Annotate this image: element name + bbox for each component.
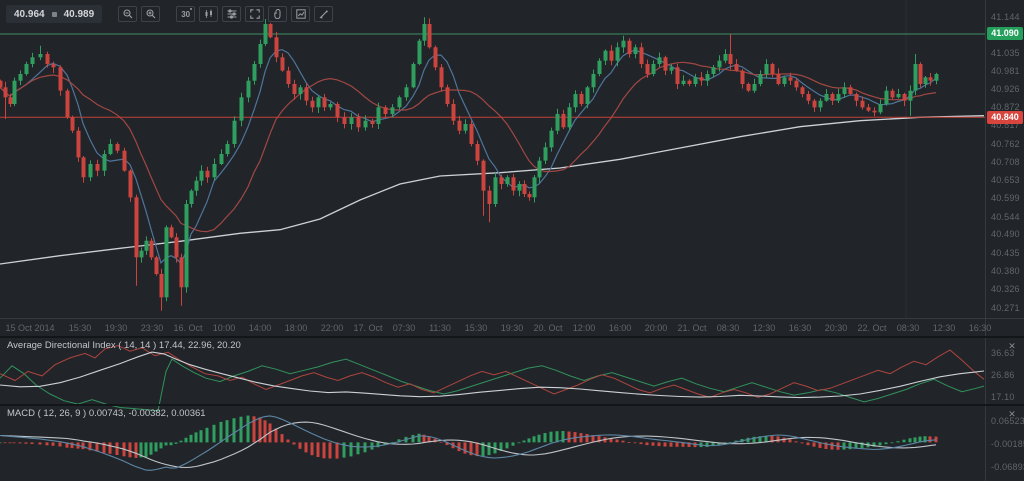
time-axis-border — [0, 318, 1024, 319]
spread-marker-icon — [52, 12, 57, 17]
time-axis-label: 16:00 — [609, 323, 632, 333]
time-axis-label: 20:00 — [645, 323, 668, 333]
price-axis-label: 40.435 — [991, 248, 1020, 258]
time-axis-label: 22:00 — [321, 323, 344, 333]
price-axis-label: 40.544 — [991, 212, 1020, 222]
macd-panel-title: MACD ( 12, 26, 9 ) 0.00743, -0.00382, 0.… — [7, 408, 206, 419]
zoom-out-icon — [123, 9, 133, 19]
indicators-icon — [227, 9, 237, 19]
expand-icon — [250, 9, 260, 19]
alert-price-badge-high: 41.090 — [987, 27, 1023, 40]
time-axis-label: 12:30 — [753, 323, 776, 333]
time-axis-label: 10:00 — [213, 323, 236, 333]
time-axis-label: 14:00 — [249, 323, 272, 333]
time-axis-label: 23:30 — [141, 323, 164, 333]
attach-icon — [273, 9, 283, 19]
chart-window-button[interactable] — [291, 6, 310, 22]
indicators-button[interactable] — [222, 6, 241, 22]
trading-chart-window: 41.14441.03540.98140.92640.87240.81740.7… — [0, 0, 1024, 481]
time-axis-label: 15:30 — [465, 323, 488, 333]
zoom-in-icon — [146, 9, 156, 19]
time-axis-label: 18:00 — [285, 323, 308, 333]
time-axis-label: 12:30 — [933, 323, 956, 333]
macd-axis-label: -0.06893 — [991, 462, 1024, 472]
bid-ask-quote: 40.964 40.989 — [6, 5, 102, 23]
zoom-out-button[interactable] — [118, 6, 137, 22]
time-axis-label: 17. Oct — [353, 323, 382, 333]
time-axis-label: 12:00 — [573, 323, 596, 333]
alert-price-badge-low: 40.840 — [987, 111, 1023, 124]
chart-toolbar: 40.964 40.989 30 — [6, 5, 333, 23]
time-axis-label: 19:30 — [501, 323, 524, 333]
expand-button[interactable] — [245, 6, 264, 22]
price-axis-label: 40.380 — [991, 266, 1020, 276]
time-axis-label: 21. Oct — [677, 323, 706, 333]
adx-panel-title: Average Directional Index ( 14, 14 ) 17.… — [7, 340, 241, 351]
price-axis-label: 40.981 — [991, 66, 1020, 76]
adx-panel-divider — [0, 336, 1024, 338]
time-axis-label: 20. Oct — [533, 323, 562, 333]
price-axis-label: 41.035 — [991, 48, 1020, 58]
time-axis-label: 20:30 — [825, 323, 848, 333]
time-axis-label: 16:30 — [789, 323, 812, 333]
time-axis-label: 19:30 — [105, 323, 128, 333]
time-axis-label: 16:30 — [969, 323, 992, 333]
timeframe-label: 30 — [181, 10, 190, 19]
price-axis-label: 40.926 — [991, 84, 1020, 94]
time-axis-label: 07:30 — [393, 323, 416, 333]
time-axis-label: 08:30 — [897, 323, 920, 333]
time-axis-label: 11:30 — [429, 323, 451, 333]
time-axis-label: 16. Oct — [173, 323, 202, 333]
price-axis-label: 40.326 — [991, 284, 1020, 294]
attach-button[interactable] — [268, 6, 287, 22]
zoom-in-button[interactable] — [141, 6, 160, 22]
time-axis-label: 22. Oct — [857, 323, 886, 333]
macd-panel-divider — [0, 404, 1024, 406]
price-axis-label: 40.653 — [991, 175, 1020, 185]
timeframe-dropdown-dot-icon — [190, 8, 192, 10]
macd-close-button[interactable]: ✕ — [1006, 408, 1018, 420]
timeframe-button[interactable]: 30 — [176, 6, 195, 22]
chart-type-button[interactable] — [199, 6, 218, 22]
chart-window-icon — [296, 9, 306, 19]
time-axis-label: 15:30 — [69, 323, 92, 333]
draw-button[interactable] — [314, 6, 333, 22]
price-axis-border — [985, 0, 986, 481]
time-axis-label: 08:30 — [717, 323, 740, 333]
price-axis-label: 41.144 — [991, 12, 1020, 22]
adx-axis-label: 17.10 — [991, 392, 1015, 402]
adx-close-button[interactable]: ✕ — [1006, 340, 1018, 352]
ask-price: 40.989 — [64, 9, 95, 20]
price-axis-label: 40.599 — [991, 193, 1020, 203]
bid-price: 40.964 — [14, 9, 45, 20]
price-axis-label: 40.271 — [991, 303, 1020, 313]
price-axis-label: 40.762 — [991, 139, 1020, 149]
price-axis-label: 40.708 — [991, 157, 1020, 167]
time-axis-label: 15 Oct 2014 — [5, 323, 54, 333]
macd-axis-label: -0.00185 — [991, 439, 1024, 449]
adx-axis-label: 26.86 — [991, 370, 1015, 380]
price-axis-label: 40.490 — [991, 229, 1020, 239]
candle-style-icon — [204, 9, 214, 19]
draw-icon — [319, 9, 329, 19]
